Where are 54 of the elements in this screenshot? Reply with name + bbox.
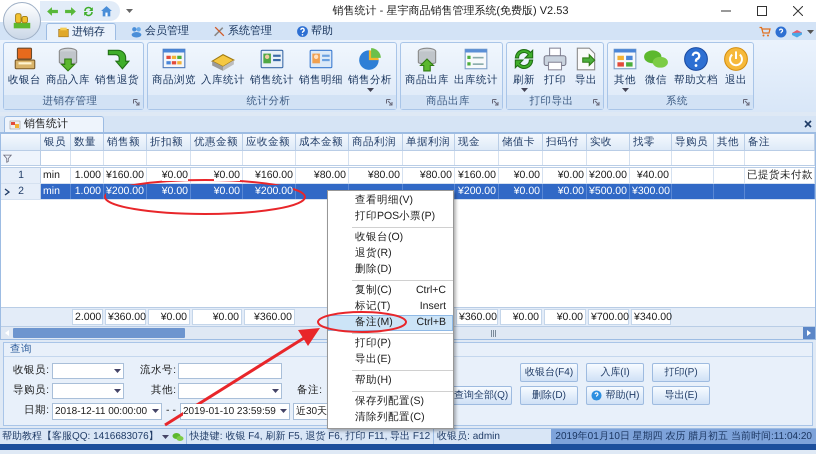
total-cell: ¥360.00 [456, 309, 498, 325]
field-label: 日期: [23, 403, 49, 418]
table-cell: ¥40.00 [636, 169, 669, 181]
table-cell: ¥0.00 [558, 185, 584, 197]
cashier-status: 收银员: admin [436, 430, 501, 444]
table-cell: 1.000 [74, 185, 101, 197]
total-cell: ¥0.00 [500, 309, 542, 325]
window-title: 销售统计 - 星宇商品销售管理系统(免费版) V2.53 [332, 4, 570, 19]
field-label: 收银员: [12, 362, 49, 378]
group-title: 商品出库 [425, 94, 471, 110]
group-title: 进销存管理 [42, 94, 98, 110]
table-cell: ¥0.00 [558, 169, 584, 181]
table-cell: ¥160.00 [255, 169, 293, 181]
table-cell: ¥0.00 [214, 185, 240, 197]
table-cell: 1.000 [74, 169, 101, 181]
group-title: 统计分析 [246, 94, 292, 110]
table-cell: ¥200.00 [106, 185, 144, 197]
table-cell: ¥200.00 [255, 185, 293, 197]
table-cell: ¥500.00 [589, 185, 627, 197]
total-cell: ¥340.00 [631, 309, 671, 325]
table-cell: ¥0.00 [214, 169, 240, 181]
table-cell: ¥200.00 [589, 169, 627, 181]
table-cell: ¥80.00 [314, 169, 346, 181]
table-cell: ¥160.00 [458, 169, 496, 181]
total-cell: ¥0.00 [544, 309, 586, 325]
table-cell: ¥0.00 [162, 185, 188, 197]
table-cell: ¥160.00 [106, 169, 144, 181]
table-cell: ¥80.00 [420, 169, 452, 181]
table-cell: ¥300.00 [632, 185, 670, 197]
date-time-status: 2019年01月10日 星期四 农历 腊月初五 当前时间:11:04:20 [551, 429, 816, 444]
table-cell: ¥0.00 [162, 169, 188, 181]
table-cell: ¥0.00 [514, 169, 540, 181]
total-cell: ¥0.00 [148, 309, 190, 325]
table-cell: ¥80.00 [368, 169, 400, 181]
group-title: 打印导出 [528, 94, 574, 110]
total-cell: ¥700.00 [588, 309, 629, 325]
field-label: 导购员: [12, 382, 49, 398]
panel-title: 查询 [10, 342, 32, 357]
field-label: 流水号: [139, 362, 176, 378]
row-number: 1 [17, 168, 25, 183]
field-label: 备注: [296, 382, 322, 398]
field-label: 其他: [150, 382, 176, 398]
date-separator: - - [165, 403, 177, 418]
table-cell: min [43, 169, 60, 181]
total-cell: ¥0.00 [192, 309, 242, 325]
table-cell: 已提货未付款 [747, 169, 813, 181]
group-title: 系统 [665, 94, 689, 110]
table-cell: ¥0.00 [514, 185, 540, 197]
row-number: 2 [17, 184, 25, 199]
table-cell: min [43, 185, 60, 197]
table-cell: ¥200.00 [458, 185, 496, 197]
total-cell: ¥360.00 [244, 309, 295, 325]
total-cell: 2.000 [72, 309, 103, 325]
total-cell: ¥360.00 [105, 309, 146, 325]
